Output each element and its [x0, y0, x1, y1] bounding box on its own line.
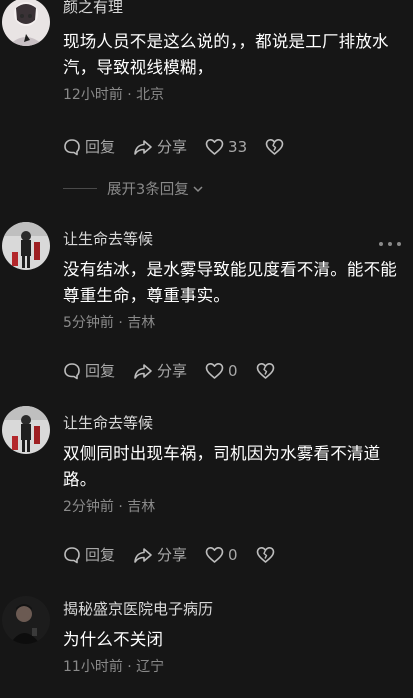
avatar-image-3 — [2, 406, 50, 454]
comment-author[interactable]: 让生命去等候 — [63, 229, 401, 249]
comment-actions: 回复 分享 0 — [63, 544, 297, 565]
avatar[interactable] — [2, 0, 50, 46]
expand-replies-button[interactable]: 展开3条回复 — [63, 178, 205, 199]
share-label: 分享 — [157, 362, 188, 380]
more-dots-icon[interactable] — [379, 241, 401, 247]
comment-meta: 12小时前 · 北京 — [63, 87, 165, 103]
heart-icon — [205, 362, 224, 379]
avatar-image-1 — [2, 0, 50, 46]
reply-label: 回复 — [85, 362, 116, 380]
avatar[interactable] — [2, 596, 50, 644]
avatar-image-4 — [2, 596, 50, 644]
divider-line — [63, 188, 97, 189]
dislike-button[interactable] — [256, 362, 279, 380]
comment-actions: 回复 分享 0 — [63, 360, 297, 381]
comment-meta: 11小时前 · 辽宁 — [63, 659, 165, 675]
share-button[interactable]: 分享 — [133, 360, 187, 381]
comment-text: 双侧同时出现车祸，司机因为水雾看不清道路。 — [63, 444, 381, 489]
share-button[interactable]: 分享 — [133, 544, 187, 565]
avatar-image-2 — [2, 222, 50, 270]
reply-button[interactable]: 回复 — [63, 136, 115, 157]
comment-bubble-icon — [64, 138, 80, 155]
reply-label: 回复 — [85, 138, 116, 156]
comment-bubble-icon — [64, 546, 80, 563]
comment-author[interactable]: 揭秘盛京医院电子病历 — [63, 599, 401, 619]
comment-bubble-icon — [64, 362, 80, 379]
comment-actions: 回复 分享 33 — [63, 136, 306, 157]
share-button[interactable]: 分享 — [133, 136, 187, 157]
avatar[interactable] — [2, 222, 50, 270]
comment-text: 为什么不关闭 — [63, 630, 164, 649]
chevron-down-icon — [193, 185, 203, 192]
broken-heart-icon — [256, 362, 274, 379]
reply-label: 回复 — [85, 546, 116, 564]
broken-heart-icon — [265, 138, 284, 155]
like-count: 33 — [228, 137, 248, 156]
dislike-button[interactable] — [265, 138, 288, 156]
reply-button[interactable]: 回复 — [63, 544, 115, 565]
comment-author[interactable]: 让生命去等候 — [63, 413, 401, 433]
heart-icon — [205, 138, 224, 155]
expand-replies-label: 展开3条回复 — [107, 182, 189, 198]
comment-author[interactable]: 颜之有理 — [63, 0, 401, 17]
heart-icon — [205, 546, 224, 563]
like-button[interactable]: 33 — [205, 138, 247, 156]
share-arrow-icon — [134, 363, 152, 379]
dislike-button[interactable] — [256, 546, 279, 564]
share-arrow-icon — [134, 547, 152, 563]
comment-meta: 5分钟前 · 吉林 — [63, 315, 156, 331]
share-label: 分享 — [157, 546, 188, 564]
like-count: 0 — [228, 361, 238, 380]
like-button[interactable]: 0 — [205, 546, 238, 564]
broken-heart-icon — [256, 546, 274, 563]
reply-button[interactable]: 回复 — [63, 360, 115, 381]
comment-text: 现场人员不是这么说的，，都说是工厂排放水汽，导致视线模糊， — [63, 32, 389, 77]
like-button[interactable]: 0 — [205, 362, 238, 380]
avatar[interactable] — [2, 406, 50, 454]
comment-meta: 2分钟前 · 吉林 — [63, 499, 156, 515]
share-label: 分享 — [157, 138, 188, 156]
share-arrow-icon — [134, 139, 152, 155]
comment-text: 没有结冰，是水雾导致能见度看不清。能不能尊重生命，尊重事实。 — [63, 260, 397, 305]
like-count: 0 — [228, 545, 238, 564]
